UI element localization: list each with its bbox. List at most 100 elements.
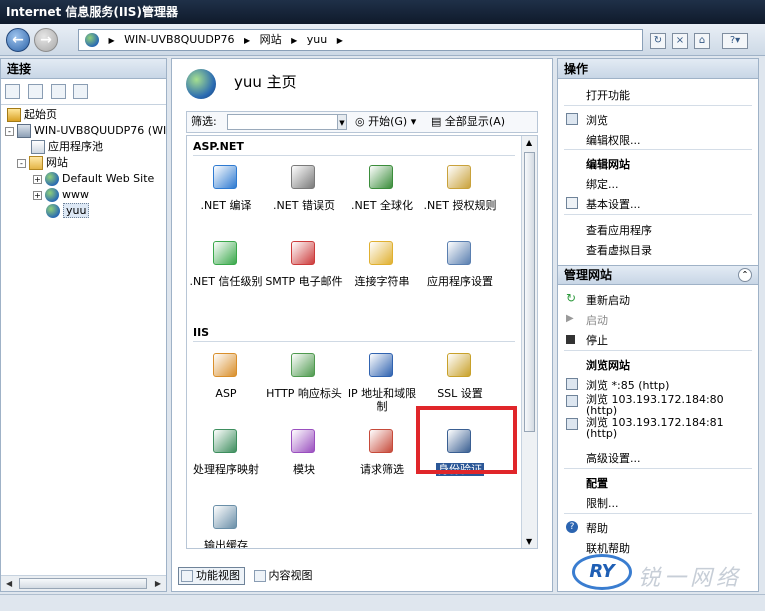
binoculars-icon: ◎ bbox=[355, 115, 365, 128]
browse-link[interactable]: 浏览 bbox=[566, 112, 608, 128]
modules-icon bbox=[288, 426, 320, 458]
stop-icon[interactable]: × bbox=[672, 33, 688, 49]
feature-trust-level[interactable]: .NET 信任级别 bbox=[187, 238, 265, 288]
scroll-right-icon[interactable]: ▶ bbox=[155, 579, 161, 588]
save-icon[interactable] bbox=[27, 84, 43, 99]
limits-link[interactable]: 限制... bbox=[586, 495, 619, 511]
view-applications-link[interactable]: 查看应用程序 bbox=[586, 222, 652, 238]
show-all-button[interactable]: ▤ 全部显示(A) bbox=[431, 112, 505, 132]
tree-item-server[interactable]: -WIN-UVB8QUUDP76 (WIN-U bbox=[5, 123, 166, 139]
scroll-thumb[interactable] bbox=[19, 578, 147, 589]
manage-site-header[interactable]: 管理网站 ⌃ bbox=[558, 265, 758, 285]
breadcrumb-site[interactable]: yuu bbox=[307, 33, 327, 46]
up-folder-icon[interactable] bbox=[50, 84, 66, 99]
filter-dropdown-icon[interactable]: ▼ bbox=[337, 114, 347, 130]
filter-input[interactable] bbox=[227, 114, 345, 130]
collapse-icon[interactable]: - bbox=[17, 158, 26, 168]
vertical-scrollbar[interactable]: ▲ ▼ bbox=[521, 136, 537, 548]
trust-level-icon bbox=[210, 238, 242, 270]
disconnect-icon[interactable] bbox=[73, 84, 89, 99]
breadcrumb-server[interactable]: WIN-UVB8QUUDP76 bbox=[124, 33, 234, 46]
site-globe-icon bbox=[46, 204, 60, 218]
feature-handler-mapping[interactable]: 处理程序映射 bbox=[187, 426, 265, 476]
tab-features-view[interactable]: 功能视图 bbox=[178, 567, 245, 585]
features-view-icon bbox=[181, 570, 193, 582]
help-link[interactable]: ? 帮助 bbox=[566, 520, 608, 536]
basic-settings-link[interactable]: 基本设置... bbox=[566, 196, 641, 212]
feature-globalization[interactable]: .NET 全球化 bbox=[343, 162, 421, 212]
open-feature-link[interactable]: 打开功能 bbox=[586, 87, 630, 103]
tree-item-www[interactable]: + www bbox=[33, 187, 89, 203]
feature-connection-string[interactable]: 连接字符串 bbox=[343, 238, 421, 288]
site-globe-icon bbox=[186, 69, 216, 99]
edit-permissions-link[interactable]: 编辑权限... bbox=[586, 132, 641, 148]
feature-http-headers[interactable]: HTTP 响应标头 bbox=[265, 350, 343, 400]
feature-asp[interactable]: ASP bbox=[187, 350, 265, 400]
feature-label: 处理程序映射 bbox=[193, 463, 259, 476]
chevron-right-icon: ▶ bbox=[243, 36, 251, 45]
scroll-thumb[interactable] bbox=[524, 152, 535, 432]
collapse-icon[interactable]: ⌃ bbox=[738, 268, 752, 282]
start-button[interactable]: ◎ 开始(G) ▾ bbox=[355, 112, 416, 132]
edit-site-heading: 编辑网站 bbox=[586, 158, 630, 171]
refresh-icon[interactable]: ↻ bbox=[650, 33, 666, 49]
feature-label: 应用程序设置 bbox=[427, 275, 493, 288]
collapse-icon[interactable]: - bbox=[5, 126, 14, 136]
connections-pane: 连接 起始页 -WIN-UVB8QUUDP76 (WIN-U 应用程序池 -网站… bbox=[0, 58, 167, 592]
home-icon[interactable]: ⌂ bbox=[694, 33, 710, 49]
start-link[interactable]: ▶ 启动 bbox=[566, 312, 608, 328]
expand-icon[interactable]: + bbox=[33, 174, 42, 184]
feature-output-cache[interactable]: 输出缓存 bbox=[187, 502, 265, 548]
connect-icon[interactable] bbox=[5, 84, 20, 99]
feature-ip-restrict[interactable]: IP 地址和域限制 bbox=[343, 350, 421, 413]
restart-link[interactable]: ↻ 重新启动 bbox=[566, 292, 630, 308]
tree-item-start-page[interactable]: 起始页 bbox=[7, 107, 57, 123]
tree-item-yuu[interactable]: yuu bbox=[46, 203, 90, 219]
view-tabs: 功能视图 内容视图 bbox=[178, 567, 320, 585]
scroll-down-icon[interactable]: ▼ bbox=[526, 537, 532, 546]
help-icon: ? bbox=[566, 521, 578, 533]
chevron-right-icon: ▶ bbox=[291, 36, 298, 45]
net-compile-icon bbox=[210, 162, 242, 194]
actions-pane: 操作 打开功能 浏览 编辑权限... 编辑网站 绑定... 基本设置... 查看… bbox=[557, 58, 759, 592]
forward-button[interactable]: → bbox=[34, 28, 58, 52]
smtp-icon bbox=[288, 238, 320, 270]
scroll-left-icon[interactable]: ◀ bbox=[6, 579, 12, 588]
back-button[interactable]: ← bbox=[6, 28, 30, 52]
scroll-up-icon[interactable]: ▲ bbox=[526, 138, 532, 147]
feature-request-filter[interactable]: 请求筛选 bbox=[343, 426, 421, 476]
feature-app-settings[interactable]: 应用程序设置 bbox=[421, 238, 499, 288]
tree-item-sites[interactable]: - 网站 bbox=[17, 155, 68, 171]
advanced-settings-link[interactable]: 高级设置... bbox=[586, 450, 641, 466]
feature-authorization[interactable]: .NET 授权规则 bbox=[421, 162, 499, 212]
browse-link-80[interactable]: 浏览 103.193.172.184:80 (http) bbox=[566, 394, 754, 416]
feature-net-compile[interactable]: .NET 编译 bbox=[187, 162, 265, 212]
browse-icon bbox=[566, 418, 578, 430]
feature-smtp[interactable]: SMTP 电子邮件 bbox=[265, 238, 343, 288]
show-all-icon: ▤ bbox=[431, 115, 442, 128]
bindings-link[interactable]: 绑定... bbox=[586, 176, 619, 192]
expand-icon[interactable]: + bbox=[33, 190, 42, 200]
feature-ssl-lock[interactable]: SSL 设置 bbox=[421, 350, 499, 400]
feature-label: IP 地址和域限制 bbox=[347, 387, 417, 413]
view-virtual-dirs-link[interactable]: 查看虚拟目录 bbox=[586, 242, 652, 258]
tab-content-view[interactable]: 内容视图 bbox=[251, 567, 318, 585]
stop-icon bbox=[566, 335, 575, 344]
horizontal-scrollbar[interactable]: ◀ ▶ bbox=[1, 575, 166, 591]
divider bbox=[564, 149, 752, 150]
breadcrumb-sites[interactable]: 网站 bbox=[260, 33, 282, 46]
help-icon[interactable]: ?▾ bbox=[722, 33, 748, 49]
site-globe-icon bbox=[45, 172, 59, 186]
tree-item-app-pools[interactable]: 应用程序池 bbox=[31, 139, 103, 155]
ssl-lock-icon bbox=[444, 350, 476, 382]
browse-link-81[interactable]: 浏览 103.193.172.184:81 (http) bbox=[566, 417, 754, 439]
window-title: Internet 信息服务(IIS)管理器 bbox=[0, 0, 765, 24]
configure-heading: 配置 bbox=[586, 477, 608, 490]
divider bbox=[564, 350, 752, 351]
address-breadcrumb[interactable]: ▶ WIN-UVB8QUUDP76 ▶ 网站 ▶ yuu ▶ bbox=[78, 29, 643, 51]
tree-item-default-web-site[interactable]: + Default Web Site bbox=[33, 171, 154, 187]
feature-error-page[interactable]: .NET 错误页 bbox=[265, 162, 343, 212]
browse-link-85[interactable]: 浏览 *:85 (http) bbox=[566, 377, 669, 393]
feature-modules[interactable]: 模块 bbox=[265, 426, 343, 476]
stop-link[interactable]: 停止 bbox=[566, 332, 608, 348]
